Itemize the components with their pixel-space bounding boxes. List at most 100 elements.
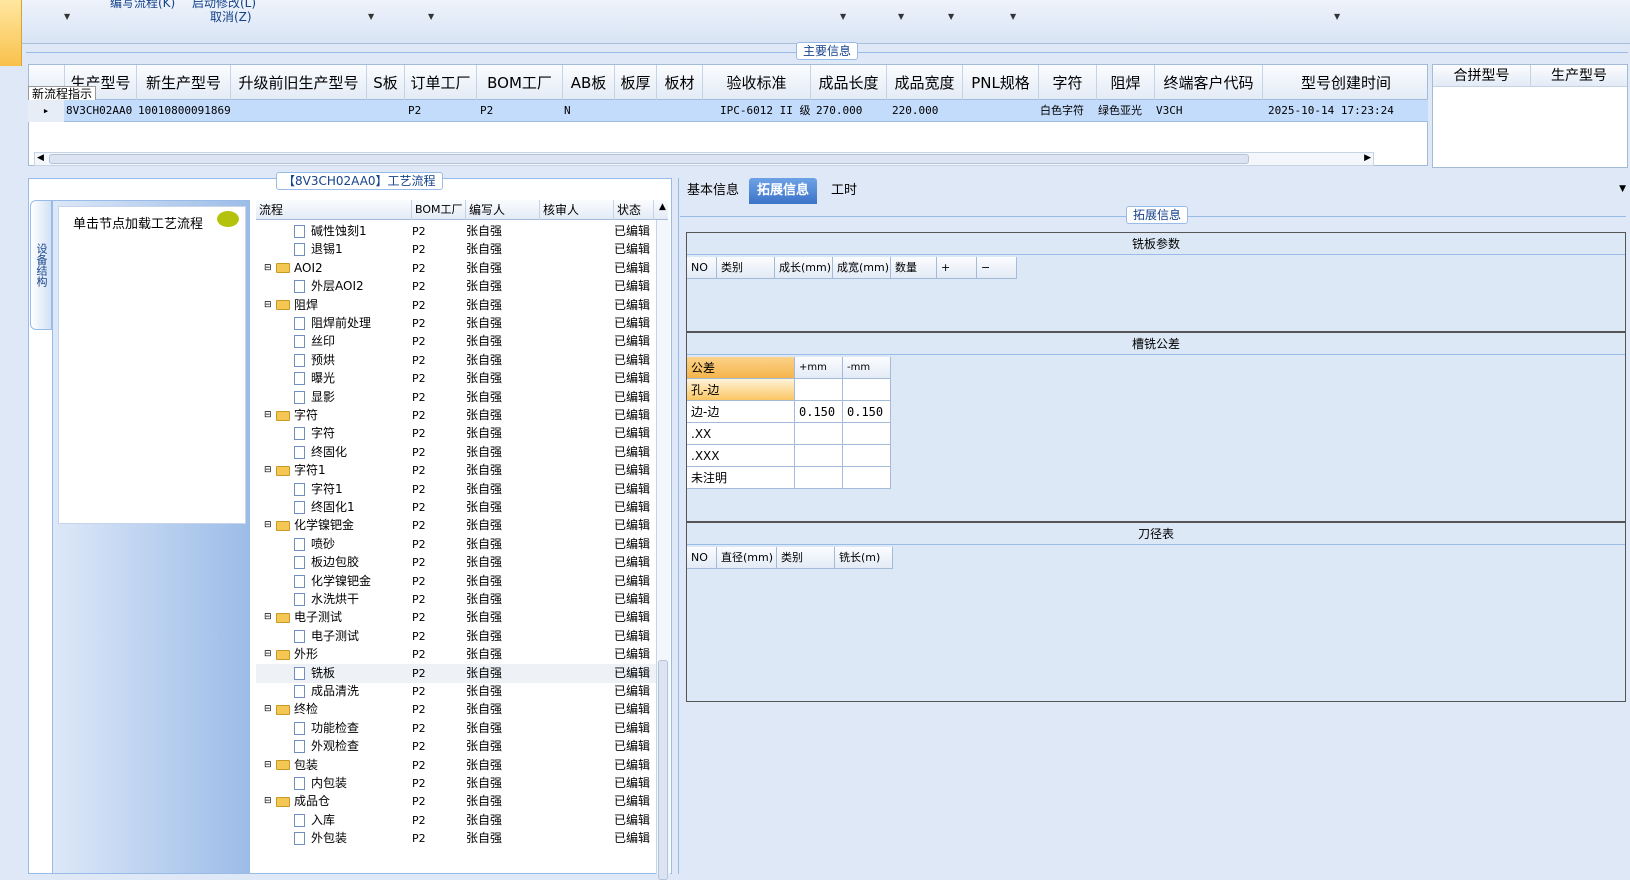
tolerance-minus[interactable] xyxy=(843,467,891,489)
tree-item-row[interactable]: 碱性蚀刻1 P2 张自强 已编辑 xyxy=(256,222,656,241)
remove-row-button[interactable]: − xyxy=(977,257,1017,279)
tree-item-row[interactable]: 内包装 P2 张自强 已编辑 xyxy=(256,774,656,793)
col-solder[interactable]: 阻焊 xyxy=(1097,65,1155,101)
collapse-icon[interactable]: ⊟ xyxy=(264,461,272,480)
col-type[interactable]: 类别 xyxy=(717,257,775,279)
collapse-icon[interactable]: ⊟ xyxy=(264,792,272,811)
tree-item-row[interactable]: 喷砂 P2 张自强 已编辑 xyxy=(256,535,656,554)
dropdown-arrow-icon[interactable]: ▼ xyxy=(1010,12,1016,21)
col-reviewer[interactable]: 核审人 xyxy=(540,200,614,220)
col-prod-model-right[interactable]: 生产型号 xyxy=(1531,65,1627,87)
col-qty[interactable]: 数量 xyxy=(891,257,937,279)
tree-folder-row[interactable]: ⊟ 成品仓 P2 张自强 已编辑 xyxy=(256,792,656,811)
tree-item-row[interactable]: 终固化1 P2 张自强 已编辑 xyxy=(256,498,656,517)
scroll-left-icon[interactable]: ◀ xyxy=(37,153,44,163)
tolerance-minus[interactable]: 0.150 xyxy=(843,401,891,423)
collapse-icon[interactable]: ⊟ xyxy=(264,700,272,719)
col-process[interactable]: 流程 xyxy=(256,200,412,220)
tab-work-hours[interactable]: 工时 xyxy=(823,178,865,204)
tab-basic-info[interactable]: 基本信息 xyxy=(679,178,747,204)
col-material[interactable]: 板材 xyxy=(657,65,703,101)
col-order-factory[interactable]: 订单工厂 xyxy=(405,65,477,101)
tree-item-row[interactable]: 字符1 P2 张自强 已编辑 xyxy=(256,480,656,499)
scroll-up-icon[interactable]: ▲ xyxy=(659,202,666,212)
tree-item-row[interactable]: 外层AOI2 P2 张自强 已编辑 xyxy=(256,277,656,296)
tree-item-row[interactable]: 预烘 P2 张自强 已编辑 xyxy=(256,351,656,370)
tree-item-row[interactable]: 外观检查 P2 张自强 已编辑 xyxy=(256,737,656,756)
collapse-icon[interactable]: ⊟ xyxy=(264,516,272,535)
col-diameter[interactable]: 直径(mm) xyxy=(717,547,777,569)
collapse-icon[interactable]: ⊟ xyxy=(264,756,272,775)
tolerance-label[interactable]: .XX xyxy=(687,423,795,445)
tree-item-row[interactable]: 电子测试 P2 张自强 已编辑 xyxy=(256,627,656,646)
tree-item-row[interactable]: 功能检查 P2 张自强 已编辑 xyxy=(256,719,656,738)
col-tolerance[interactable]: 公差 xyxy=(687,357,795,379)
col-plus-mm[interactable]: +mm xyxy=(795,357,843,379)
side-orange-tab[interactable] xyxy=(0,0,22,66)
tolerance-plus[interactable]: 0.150 xyxy=(795,401,843,423)
col-standard[interactable]: 验收标准 xyxy=(703,65,811,101)
col-old-prod-model[interactable]: 升级前旧生产型号 xyxy=(231,65,367,101)
tolerance-label[interactable]: 未注明 xyxy=(687,467,795,489)
col-merge-model[interactable]: 合拼型号 xyxy=(1433,65,1531,87)
tree-folder-row[interactable]: ⊟ 终检 P2 张自强 已编辑 xyxy=(256,700,656,719)
tree-folder-row[interactable]: ⊟ 电子测试 P2 张自强 已编辑 xyxy=(256,608,656,627)
col-status[interactable]: 状态 xyxy=(614,200,654,220)
vertical-scrollbar[interactable]: ▲ xyxy=(656,202,670,880)
tolerance-label[interactable]: 边-边 xyxy=(687,401,795,423)
col-char[interactable]: 字符 xyxy=(1039,65,1097,101)
tree-item-row[interactable]: 化学镍钯金 P2 张自强 已编辑 xyxy=(256,572,656,591)
tree-item-row[interactable]: 外包装 P2 张自强 已编辑 xyxy=(256,829,656,848)
col-width[interactable]: 成宽(mm) xyxy=(833,257,891,279)
col-s-board[interactable]: S板 xyxy=(367,65,405,101)
tree-item-row[interactable]: 终固化 P2 张自强 已编辑 xyxy=(256,443,656,462)
col-new-prod-model[interactable]: 新生产型号 xyxy=(137,65,231,101)
dropdown-arrow-icon[interactable]: ▼ xyxy=(368,12,374,21)
scroll-right-icon[interactable]: ▶ xyxy=(1364,153,1371,163)
tree-folder-row[interactable]: ⊟ 阻焊 P2 张自强 已编辑 xyxy=(256,296,656,315)
tree-item-row[interactable]: 阻焊前处理 P2 张自强 已编辑 xyxy=(256,314,656,333)
tree-item-row[interactable]: 显影 P2 张自强 已编辑 xyxy=(256,388,656,407)
col-length[interactable]: 成长(mm) xyxy=(775,257,833,279)
tolerance-plus[interactable] xyxy=(795,423,843,445)
col-mill-length[interactable]: 铣长(m) xyxy=(835,547,893,569)
tree-item-row[interactable]: 曝光 P2 张自强 已编辑 xyxy=(256,369,656,388)
dropdown-arrow-icon[interactable]: ▼ xyxy=(1334,12,1340,21)
tolerance-plus[interactable] xyxy=(795,445,843,467)
tree-folder-row[interactable]: ⊟ 化学镍钯金 P2 张自强 已编辑 xyxy=(256,516,656,535)
dropdown-arrow-icon[interactable]: ▼ xyxy=(64,12,70,21)
tree-folder-row[interactable]: ⊟ 字符 P2 张自强 已编辑 xyxy=(256,406,656,425)
col-thickness[interactable]: 板厚 xyxy=(615,65,657,101)
collapse-icon[interactable]: ⊟ xyxy=(264,259,272,278)
dropdown-arrow-icon[interactable]: ▼ xyxy=(840,12,846,21)
tolerance-minus[interactable] xyxy=(843,423,891,445)
tolerance-label[interactable]: .XXX xyxy=(687,445,795,467)
tolerance-plus[interactable] xyxy=(795,467,843,489)
tree-item-row[interactable]: 铣板 P2 张自强 已编辑 xyxy=(256,663,656,683)
load-hint-box[interactable]: 单击节点加载工艺流程 xyxy=(58,206,246,524)
scroll-thumb[interactable] xyxy=(658,660,668,880)
tree-item-row[interactable]: 丝印 P2 张自强 已编辑 xyxy=(256,332,656,351)
tree-folder-row[interactable]: ⊟ AOI2 P2 张自强 已编辑 xyxy=(256,259,656,278)
tree-item-row[interactable]: 板边包胶 P2 张自强 已编辑 xyxy=(256,553,656,572)
tree-folder-row[interactable]: ⊟ 包装 P2 张自强 已编辑 xyxy=(256,756,656,775)
menu-cancel[interactable]: 取消(Z) xyxy=(210,8,252,25)
dropdown-arrow-icon[interactable]: ▼ xyxy=(428,12,434,21)
col-created[interactable]: 型号创建时间 xyxy=(1263,65,1429,101)
tree-item-row[interactable]: 成品清洗 P2 张自强 已编辑 xyxy=(256,682,656,701)
add-row-button[interactable]: + xyxy=(937,257,977,279)
col-pnl[interactable]: PNL规格 xyxy=(963,65,1039,101)
table-row[interactable]: ▸ 8V3CH02AA0 10010800091869 P2 P2 N IPC-… xyxy=(28,100,1428,122)
collapse-icon[interactable]: ⊟ xyxy=(264,645,272,664)
menu-edit-process[interactable]: 编写流程(K) xyxy=(110,0,175,11)
col-ab-board[interactable]: AB板 xyxy=(563,65,615,101)
tolerance-label[interactable]: 孔-边 xyxy=(687,379,795,401)
col-bom-factory[interactable]: BOM工厂 xyxy=(412,200,466,220)
tab-extended-info[interactable]: 拓展信息 xyxy=(749,178,818,204)
tree-item-row[interactable]: 退锡1 P2 张自强 已编辑 xyxy=(256,240,656,259)
tree-item-row[interactable]: 入库 P2 张自强 已编辑 xyxy=(256,811,656,830)
col-customer[interactable]: 终端客户代码 xyxy=(1155,65,1263,101)
col-width[interactable]: 成品宽度 xyxy=(887,65,963,101)
dropdown-arrow-icon[interactable]: ▼ xyxy=(948,12,954,21)
dropdown-arrow-icon[interactable]: ▼ xyxy=(898,12,904,21)
